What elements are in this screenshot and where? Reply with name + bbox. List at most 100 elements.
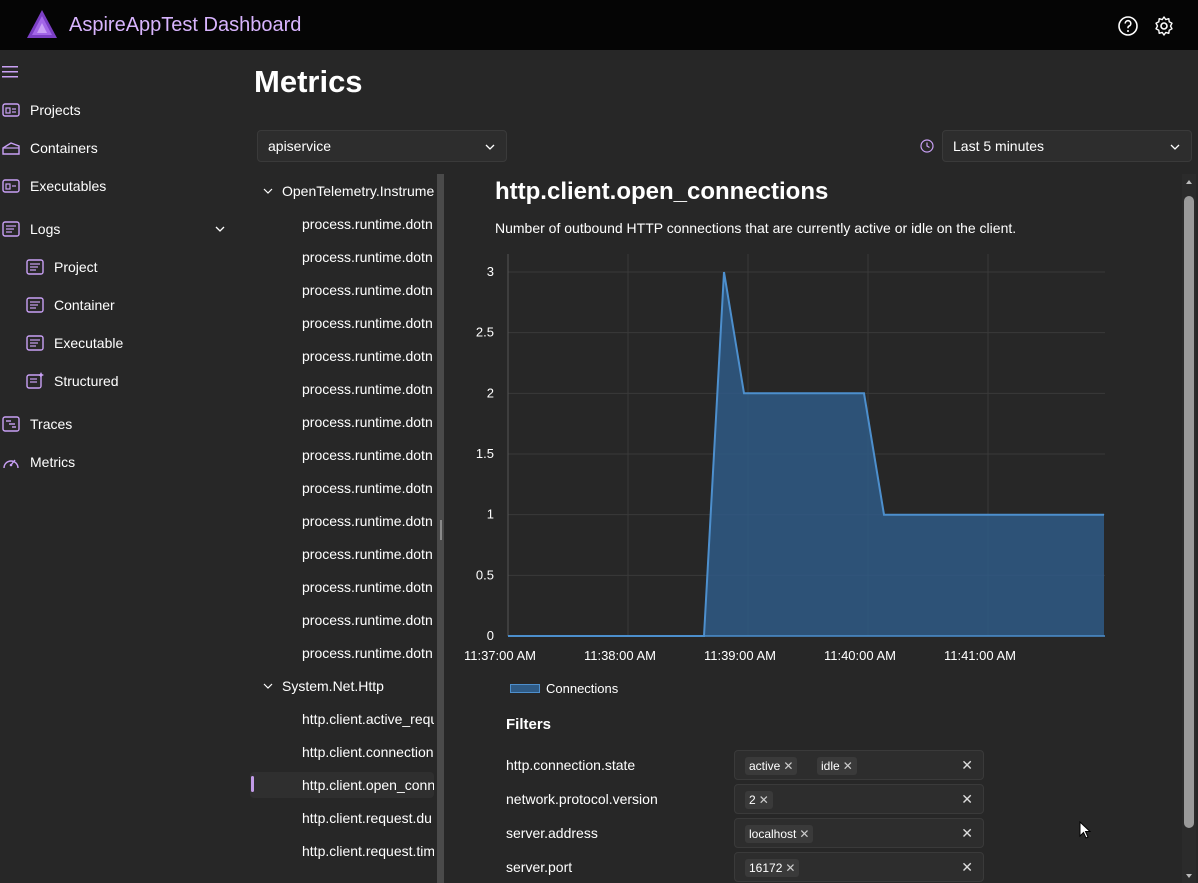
metric-description: Number of outbound HTTP connections that…	[495, 220, 1017, 236]
chevron-down-icon[interactable]	[263, 681, 273, 691]
tree-item[interactable]: process.runtime.dotn	[302, 277, 434, 303]
tree-item[interactable]: http.client.request.tim	[302, 838, 434, 864]
mouse-cursor-icon	[1079, 821, 1092, 839]
filter-input[interactable]: localhost ✕ ✕	[734, 818, 984, 848]
sidebar-item-projects[interactable]: Projects	[0, 95, 240, 125]
chevron-down-icon	[1170, 144, 1180, 150]
x-tick-label: 11:41:00 AM	[944, 648, 1016, 663]
clear-filter-icon[interactable]: ✕	[961, 791, 973, 808]
sidebar-item-log-structured[interactable]: Structured	[0, 366, 240, 396]
filter-chip: localhost ✕	[745, 825, 814, 843]
y-tick-label: 1	[487, 507, 494, 522]
y-tick-label: 1.5	[476, 446, 494, 461]
aspire-logo-icon	[27, 10, 57, 38]
scroll-down-icon[interactable]	[1185, 872, 1193, 880]
filter-label: network.protocol.version	[506, 791, 658, 807]
y-tick-label: 0.5	[476, 567, 494, 582]
filter-chip: idle ✕	[817, 757, 857, 775]
sidebar-item-label: Projects	[30, 102, 81, 118]
filters-title: Filters	[506, 716, 552, 733]
tree-item[interactable]: http.client.request.du	[302, 805, 434, 831]
tree-item[interactable]: process.runtime.dotn	[302, 310, 434, 336]
time-range-value: Last 5 minutes	[953, 138, 1045, 154]
metrics-icon	[3, 459, 19, 469]
logs-icon	[2, 221, 20, 237]
tree-item[interactable]: process.runtime.dotn	[302, 244, 434, 270]
time-range-select[interactable]: Last 5 minutes	[942, 130, 1192, 162]
clear-filter-icon[interactable]: ✕	[961, 859, 973, 876]
help-icon[interactable]	[1117, 15, 1139, 37]
tree-item[interactable]: process.runtime.dotn	[302, 409, 434, 435]
settings-icon[interactable]	[1153, 15, 1175, 37]
resource-select[interactable]: apiservice	[257, 130, 507, 162]
remove-chip-icon[interactable]: ✕	[759, 793, 769, 807]
scrollbar-thumb[interactable]	[1184, 196, 1194, 828]
chart-legend[interactable]: Connections	[510, 681, 618, 696]
tree-item[interactable]: process.runtime.dotn	[302, 343, 434, 369]
clear-filter-icon[interactable]: ✕	[961, 757, 973, 774]
log-container-icon	[26, 297, 44, 313]
y-tick-label: 2.5	[476, 325, 494, 340]
tree-item[interactable]: http.client.connection	[302, 739, 434, 765]
filter-label: http.connection.state	[506, 757, 636, 773]
legend-swatch	[510, 684, 540, 693]
sidebar-item-logs[interactable]: Logs	[0, 214, 240, 244]
tree-item[interactable]: http.client.open_conn	[250, 772, 434, 798]
remove-chip-icon[interactable]: ✕	[783, 759, 793, 773]
tree-item[interactable]: process.runtime.dotn	[302, 607, 434, 633]
metric-chart: 0 0.5 1 1.5 2 2.5 3 11:37:00 AM 11:38:00 AM 11:39…	[464, 254, 1105, 663]
filter-label: server.port	[506, 859, 573, 875]
tree-item[interactable]: process.runtime.dotn	[302, 475, 434, 501]
chevron-down-icon[interactable]	[214, 223, 226, 235]
sidebar-item-label: Project	[54, 259, 98, 275]
tree-item[interactable]: process.runtime.dotn	[302, 640, 434, 666]
sidebar-item-label: Structured	[54, 373, 119, 389]
sidebar-item-log-container[interactable]: Container	[0, 290, 240, 320]
sidebar-item-metrics[interactable]: Metrics	[0, 447, 240, 477]
tree-group[interactable]: System.Net.Http	[282, 673, 436, 699]
log-executable-icon	[26, 335, 44, 351]
page-title: Metrics	[254, 64, 363, 99]
sidebar-item-executables[interactable]: Executables	[0, 171, 240, 201]
sidebar-item-label: Metrics	[30, 454, 76, 470]
tree-item[interactable]: process.runtime.dotn	[302, 508, 434, 534]
sidebar-item-traces[interactable]: Traces	[0, 409, 240, 439]
sidebar-item-log-project[interactable]: Project	[0, 252, 240, 282]
remove-chip-icon[interactable]: ✕	[799, 827, 809, 841]
sidebar-item-label: Executables	[30, 178, 107, 194]
filter-chip-label: active	[749, 759, 781, 773]
filter-chip-label: localhost	[749, 827, 797, 841]
x-tick-label: 11:38:00 AM	[584, 648, 656, 663]
splitter-handle[interactable]	[440, 520, 442, 540]
sidebar-item-label: Logs	[30, 221, 61, 237]
x-tick-label: 11:39:00 AM	[704, 648, 776, 663]
tree-item[interactable]: http.client.active_requ	[302, 706, 434, 732]
tree-item[interactable]: process.runtime.dotn	[302, 574, 434, 600]
sidebar-item-label: Executable	[54, 335, 124, 351]
remove-chip-icon[interactable]: ✕	[785, 861, 795, 875]
filter-chip: active ✕	[745, 757, 798, 775]
tree-group[interactable]: OpenTelemetry.Instrume	[282, 178, 436, 204]
top-bar: AspireAppTest Dashboard	[0, 0, 1198, 50]
tree-item[interactable]: process.runtime.dotn	[302, 211, 434, 237]
remove-chip-icon[interactable]: ✕	[843, 759, 853, 773]
filter-chip: 2 ✕	[745, 791, 773, 809]
menu-icon[interactable]	[2, 64, 20, 80]
sidebar-item-label: Containers	[30, 140, 98, 156]
chevron-down-icon[interactable]	[263, 186, 273, 196]
chevron-down-icon	[485, 144, 495, 150]
tree-item[interactable]: process.runtime.dotn	[302, 442, 434, 468]
sidebar-item-log-executable[interactable]: Executable	[0, 328, 240, 358]
filter-input[interactable]: 16172 ✕ ✕	[734, 852, 984, 882]
filter-input[interactable]: 2 ✕ ✕	[734, 784, 984, 814]
filter-input[interactable]: active ✕ idle ✕ ✕	[734, 750, 984, 780]
selected-indicator	[251, 776, 254, 792]
tree-item[interactable]: process.runtime.dotn	[302, 541, 434, 567]
sidebar-item-containers[interactable]: Containers	[0, 133, 240, 163]
clear-filter-icon[interactable]: ✕	[961, 825, 973, 842]
log-project-icon	[26, 259, 44, 275]
clock-icon	[920, 139, 934, 153]
filter-chip-label: 16172	[749, 861, 783, 875]
scroll-up-icon[interactable]	[1185, 178, 1193, 186]
tree-item[interactable]: process.runtime.dotn	[302, 376, 434, 402]
